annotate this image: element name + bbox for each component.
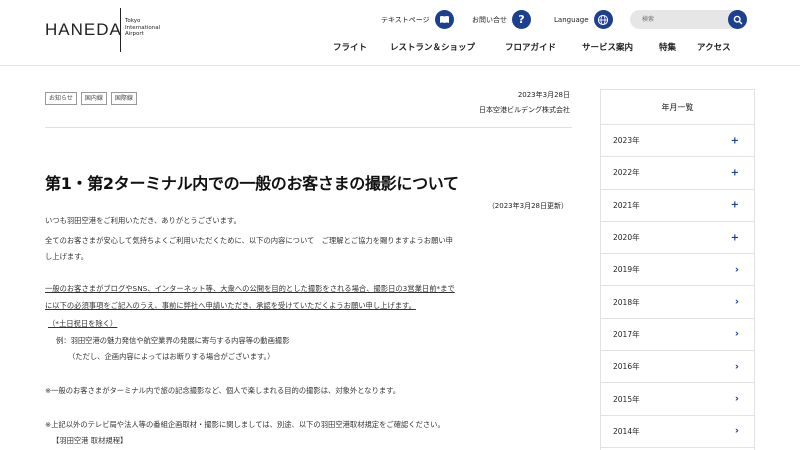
chevron-right-icon: › xyxy=(734,264,739,276)
body-line: ※一般のお客さまがターミナル内で旅の記念撮影など、個人で楽しまれる目的の撮影は、… xyxy=(45,386,401,395)
year-item[interactable]: 2022年 + xyxy=(601,157,754,190)
logo-subtitle: Tokyo International Airport xyxy=(125,18,161,37)
tag-international[interactable]: 国際線 xyxy=(110,92,137,105)
body-line: 【羽田空港 取材規程】 xyxy=(52,436,128,445)
header-divider xyxy=(0,65,800,66)
body-line: （*土日祝日を除く） xyxy=(48,319,118,328)
nav-restaurant-shop[interactable]: レストラン＆ショップ xyxy=(390,41,475,53)
chevron-right-icon: › xyxy=(734,296,739,308)
body-line: に以下の必須事項をご記入のうえ、事前に弊社へ申請いただき、承認を受けていただくよ… xyxy=(45,301,416,310)
body-line: 一般のお客さまがブログやSNS、インターネット等、大衆への公開を目的とした撮影を… xyxy=(45,284,455,293)
year-item[interactable]: 2018年 › xyxy=(601,286,754,319)
year-item[interactable]: 2017年 › xyxy=(601,319,754,352)
body-line: 例：羽田空港の魅力発信や航空業界の発展に寄与する内容等の動画撮影 xyxy=(56,336,290,345)
body-line: 全てのお客さまが安心して気持ちよくご利用いただくために、以下の内容について ご理… xyxy=(45,236,453,245)
year-item[interactable]: 2020年 + xyxy=(601,222,754,255)
nav-floor-guide[interactable]: フロアガイド xyxy=(505,41,556,53)
updated-date: （2023年3月28日更新） xyxy=(487,202,568,210)
nav-flight[interactable]: フライト xyxy=(333,41,367,53)
chevron-right-icon: › xyxy=(734,425,739,437)
body-line: （ただし、企画内容によってはお断りする場合がございます。） xyxy=(68,352,275,361)
search-box xyxy=(630,10,747,29)
site-header: HANEDA Tokyo International Airport テキストペ… xyxy=(0,0,800,66)
body-line: し上げます。 xyxy=(45,252,89,261)
contact-link[interactable]: お問い合せ ? xyxy=(472,10,531,29)
text-page-link[interactable]: テキストページ xyxy=(381,10,454,29)
year-item[interactable]: 2015年 › xyxy=(601,383,754,416)
nav-access[interactable]: アクセス xyxy=(697,41,731,53)
plus-icon: + xyxy=(730,167,739,179)
article-tags: お知らせ 国内線 国際線 xyxy=(45,92,137,105)
book-icon xyxy=(434,10,454,29)
chevron-right-icon: › xyxy=(734,393,739,405)
search-input[interactable] xyxy=(642,13,722,26)
archive-sidebar: 年月一覧 2023年 + 2022年 + 2021年 + 2020年 + 2019年 › … xyxy=(600,89,755,450)
nav-service[interactable]: サービス案内 xyxy=(582,41,633,53)
article-publisher: 日本空港ビルデング株式会社 xyxy=(479,106,570,114)
search-button[interactable] xyxy=(728,10,747,29)
page-title: 第1・第2ターミナル内での一般のお客さまの撮影について xyxy=(45,174,459,193)
chevron-right-icon: › xyxy=(734,328,739,340)
tag-news[interactable]: お知らせ xyxy=(45,92,77,105)
tag-domestic[interactable]: 国内線 xyxy=(80,92,107,105)
globe-icon xyxy=(593,10,613,29)
logo-divider xyxy=(120,8,121,52)
plus-icon: + xyxy=(730,135,739,147)
search-icon xyxy=(733,15,742,24)
year-item[interactable]: 2019年 › xyxy=(601,254,754,287)
chevron-right-icon: › xyxy=(734,361,739,373)
year-item[interactable]: 2016年 › xyxy=(601,351,754,384)
plus-icon: + xyxy=(730,232,739,244)
meta-divider xyxy=(45,127,572,128)
sidebar-title: 年月一覧 xyxy=(601,90,754,125)
nav-feature[interactable]: 特集 xyxy=(659,41,676,53)
article-date: 2023年3月28日 xyxy=(517,91,570,99)
year-item[interactable]: 2014年 › xyxy=(601,416,754,448)
site-logo[interactable]: HANEDA xyxy=(45,20,122,40)
body-line: ※上記以外のテレビ局や法人等の番組企画取材・撮影に関しましては、別途、以下の羽田… xyxy=(45,420,445,429)
year-item[interactable]: 2023年 + xyxy=(601,125,754,158)
year-item[interactable]: 2021年 + xyxy=(601,190,754,222)
question-icon: ? xyxy=(512,10,531,29)
plus-icon: + xyxy=(730,199,739,211)
body-line: いつも羽田空港をご利用いただき、ありがとうございます。 xyxy=(45,216,241,225)
language-link[interactable]: Language xyxy=(554,10,613,29)
